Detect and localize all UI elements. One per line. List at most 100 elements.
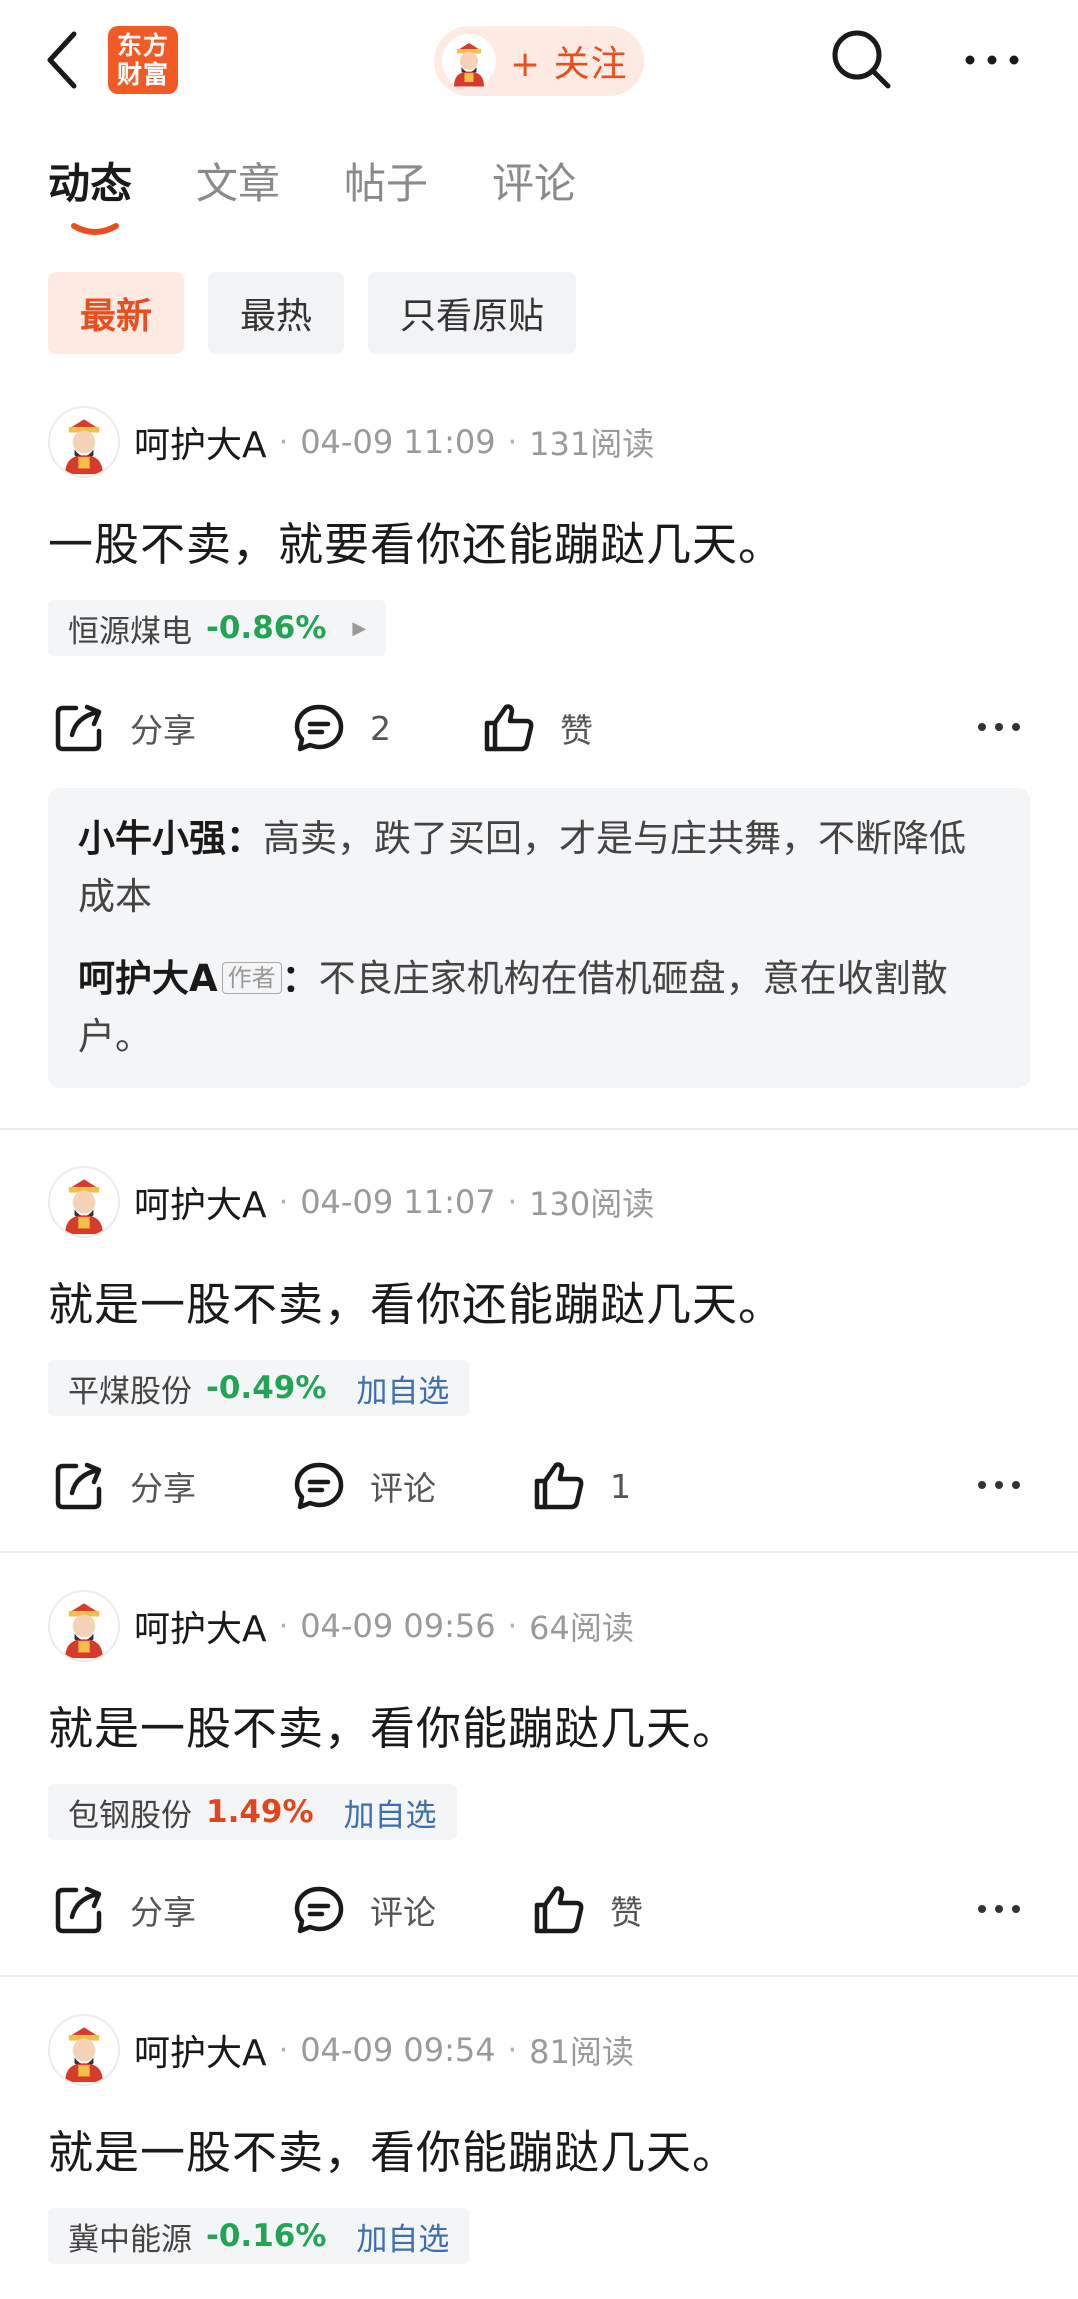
post-time: 04-09 11:09 (300, 423, 496, 461)
stock-change: -0.86% (206, 610, 327, 646)
comment-label: 评论 (370, 1469, 436, 1508)
user-avatar-icon (442, 34, 496, 88)
like-label: 赞 (560, 711, 593, 750)
comment-label: 评论 (370, 1893, 436, 1932)
stock-name: 包钢股份 (68, 1797, 192, 1834)
share-label: 分享 (130, 711, 196, 750)
stock-change: -0.16% (206, 2218, 327, 2254)
share-button[interactable]: 分享 (50, 1878, 196, 1942)
filter-latest[interactable]: 最新 (48, 272, 185, 354)
post-actions: 分享 评论 1 (0, 1454, 1078, 1518)
comment-button[interactable]: 评论 (290, 1878, 436, 1942)
stock-name: 恒源煤电 (68, 613, 192, 650)
author-badge: 作者 (221, 962, 282, 994)
author-name[interactable]: 呵护大A (134, 1600, 267, 1652)
read-count: 64阅读 (529, 1609, 634, 1647)
post-body[interactable]: 就是一股不卖，看你能蹦跶几天。 (48, 1692, 738, 1757)
logo-text-line1: 东方 (116, 31, 169, 60)
stock-name: 平煤股份 (68, 1373, 192, 1410)
tab-comments[interactable]: 评论 (492, 150, 576, 211)
filter-original-only[interactable]: 只看原贴 (368, 272, 577, 354)
post-time: 04-09 09:56 (300, 1607, 496, 1645)
post-actions: 分享 评论 赞 (0, 1878, 1078, 1942)
post-body[interactable]: 就是一股不卖，看你还能蹦跶几天。 (48, 1268, 784, 1333)
add-watchlist-link[interactable]: 加自选 (356, 1366, 449, 1411)
like-button[interactable]: 赞 (530, 1878, 643, 1942)
stock-change: 1.49% (206, 1794, 314, 1830)
add-watchlist-link[interactable]: 加自选 (344, 1790, 437, 1835)
divider (0, 1975, 1078, 1977)
post-body[interactable]: 就是一股不卖，看你能蹦跶几天。 (48, 2116, 738, 2181)
more-options-icon[interactable] (976, 718, 1022, 736)
post-header: 呵护大A · 04-09 11:09 · 131阅读 (48, 406, 654, 478)
tab-articles[interactable]: 文章 (196, 150, 280, 211)
separator-dot: · (278, 2032, 289, 2068)
more-options-icon[interactable] (976, 1476, 1022, 1494)
follow-button[interactable]: + 关注 (434, 26, 644, 96)
comment-button[interactable]: 评论 (290, 1454, 436, 1518)
like-count: 1 (610, 1466, 631, 1506)
share-icon (50, 1881, 108, 1939)
author-name[interactable]: 呵护大A (134, 1176, 267, 1228)
more-options-icon[interactable] (976, 1900, 1022, 1918)
comment-icon (290, 1881, 348, 1939)
filter-hottest[interactable]: 最热 (208, 272, 345, 354)
share-label: 分享 (130, 1893, 196, 1932)
read-count: 130阅读 (529, 1185, 655, 1223)
active-tab-indicator (71, 223, 119, 235)
reply-item: 呵护大A 作者 ：不良庄家机构在借机砸盘，意在收割散户。 (78, 950, 1000, 1066)
separator-dot: · (507, 424, 518, 460)
divider (0, 1551, 1078, 1553)
post-actions: 分享 2 赞 (0, 696, 1078, 760)
share-icon (50, 1457, 108, 1515)
read-count: 81阅读 (529, 2033, 634, 2071)
post-header: 呵护大A · 04-09 09:54 · 81阅读 (48, 2014, 634, 2086)
reply-preview[interactable]: 小牛小强：高卖，跌了买回，才是与庄共舞，不断降低成本 呵护大A 作者 ：不良庄家机构… (48, 788, 1030, 1088)
logo-text-line2: 财富 (116, 60, 169, 89)
share-icon (50, 699, 108, 757)
like-label: 赞 (610, 1893, 643, 1932)
tab-posts[interactable]: 帖子 (344, 150, 428, 211)
thumbs-up-icon (480, 699, 538, 757)
author-avatar-icon[interactable] (48, 1166, 120, 1238)
separator-dot: · (507, 1184, 518, 1220)
stock-tag[interactable]: 包钢股份 1.49% 加自选 (48, 1784, 457, 1840)
stock-name: 冀中能源 (68, 2221, 192, 2258)
share-button[interactable]: 分享 (50, 696, 196, 760)
author-name[interactable]: 呵护大A (134, 2024, 267, 2076)
stock-tag[interactable]: 冀中能源 -0.16% 加自选 (48, 2208, 470, 2264)
stock-tag[interactable]: 平煤股份 -0.49% 加自选 (48, 1360, 470, 1416)
follow-label: + 关注 (510, 44, 628, 85)
share-button[interactable]: 分享 (50, 1454, 196, 1518)
add-watchlist-link[interactable]: 加自选 (356, 2214, 449, 2259)
separator-dot: · (507, 2032, 518, 2068)
author-avatar-icon[interactable] (48, 406, 120, 478)
post-body[interactable]: 一股不卖，就要看你还能蹦跶几天。 (48, 508, 784, 573)
reply-colon: ： (281, 957, 319, 1000)
play-arrow-icon: ▶ (352, 617, 367, 639)
author-name[interactable]: 呵护大A (134, 416, 267, 468)
more-options-icon[interactable] (962, 48, 1022, 72)
search-icon[interactable] (828, 26, 894, 92)
post-time: 04-09 11:07 (300, 1183, 496, 1221)
back-arrow-icon[interactable] (40, 28, 84, 92)
comment-button[interactable]: 2 (290, 696, 391, 760)
comment-icon (290, 699, 348, 757)
tab-dynamic[interactable]: 动态 (48, 150, 132, 211)
post-header: 呵护大A · 04-09 09:56 · 64阅读 (48, 1590, 634, 1662)
like-button[interactable]: 1 (530, 1454, 631, 1518)
author-avatar-icon[interactable] (48, 2014, 120, 2086)
post-header: 呵护大A · 04-09 11:07 · 130阅读 (48, 1166, 654, 1238)
author-avatar-icon[interactable] (48, 1590, 120, 1662)
stock-change: -0.49% (206, 1370, 327, 1406)
like-button[interactable]: 赞 (480, 696, 593, 760)
comment-count: 2 (370, 708, 391, 748)
stock-tag[interactable]: 恒源煤电 -0.86% ▶ (48, 600, 387, 656)
filter-bar: 最新 最热 只看原贴 (48, 272, 600, 354)
reply-user[interactable]: 小牛小强 (78, 817, 226, 860)
share-label: 分享 (130, 1469, 196, 1508)
reply-user[interactable]: 呵护大A (78, 957, 218, 1000)
content-tabs: 动态 文章 帖子 评论 (48, 150, 640, 235)
post-time: 04-09 09:54 (300, 2031, 496, 2069)
reply-item: 小牛小强：高卖，跌了买回，才是与庄共舞，不断降低成本 (78, 810, 1000, 926)
